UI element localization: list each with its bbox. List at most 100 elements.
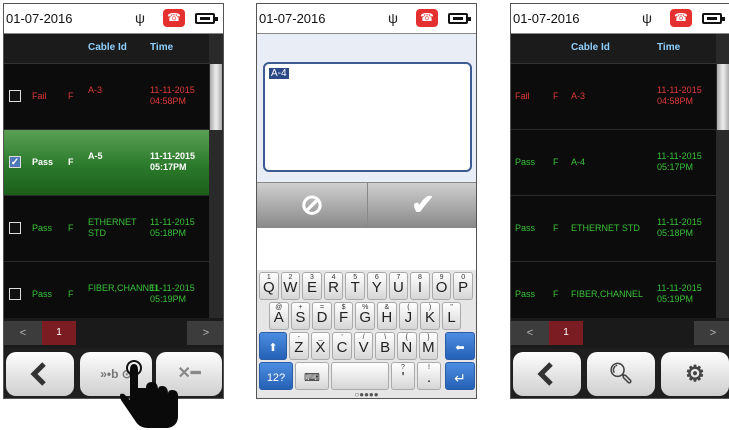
key-d[interactable]: = D	[312, 302, 332, 330]
key-p[interactable]: 0P	[453, 272, 473, 300]
key-alt: )	[428, 304, 432, 311]
row-time: 05:18PM	[150, 228, 187, 238]
col-cable-id: Cable Id	[88, 42, 127, 53]
enter-key[interactable]: ↵	[445, 362, 475, 390]
row-result: Pass	[32, 289, 53, 299]
key-t[interactable]: 5T	[345, 272, 365, 300]
row-time: 05:17PM	[657, 162, 694, 172]
next-page-button[interactable]: >	[187, 321, 223, 345]
cancel-button[interactable]: ⊘	[257, 183, 367, 227]
key-w[interactable]: 2W	[280, 272, 301, 300]
key-h[interactable]: & H	[377, 302, 397, 330]
row-flag: F	[553, 91, 559, 101]
row-date: 11-11-2015	[150, 217, 195, 227]
hangup-icon: ☎	[163, 9, 185, 27]
key-k[interactable]: ) K	[420, 302, 440, 330]
key-q[interactable]: 1Q	[259, 272, 279, 300]
table-row[interactable]: ✓ Pass F A-5 11-11-2015 05:17PM	[4, 130, 209, 196]
scrollbar[interactable]	[209, 34, 223, 318]
key-i[interactable]: 8I	[410, 272, 430, 300]
results-list-updated-screen: 01-07-2016 ψ ☎ Cable Id Time Fail F A-3 11-…	[510, 3, 729, 399]
key-alt: $	[341, 304, 346, 311]
table-row[interactable]: Pass F A-4 11-11-2015 05:17PM	[511, 130, 716, 196]
backspace-key[interactable]: ⬅	[445, 332, 475, 360]
key-alt: 7	[396, 274, 401, 281]
ok-button[interactable]: ✔	[368, 183, 476, 227]
key-o[interactable]: 9O	[431, 272, 452, 300]
row-checkbox[interactable]: ✓	[9, 156, 21, 168]
key-question[interactable]: ? '	[391, 362, 415, 390]
status-date: 01-07-2016	[513, 11, 580, 26]
key-s[interactable]: + S	[290, 302, 311, 330]
usb-icon: ψ	[388, 10, 398, 26]
key-alt: 0	[461, 274, 466, 281]
key-alt: _	[318, 334, 323, 341]
page-number[interactable]: 1	[42, 321, 76, 345]
toolbar: 🔍︎ ⚙	[511, 348, 729, 398]
row-cable-id: ETHERNET STD	[571, 223, 640, 233]
key-u[interactable]: 7U	[388, 272, 409, 300]
results-list-screen: 01-07-2016 ψ ☎ Cable Id Time Fail F A-3 11-…	[3, 3, 224, 399]
key-r[interactable]: 4R	[323, 272, 344, 300]
row-date: 11-11-2015	[657, 217, 702, 227]
key-e[interactable]: 3E	[302, 272, 322, 300]
key-exclaim[interactable]: !.	[417, 362, 441, 390]
next-page-button[interactable]: >	[694, 321, 729, 345]
hangup-icon: ☎	[670, 9, 692, 27]
back-button[interactable]	[6, 352, 74, 396]
key-alt: {	[405, 334, 408, 341]
table-row[interactable]: Pass F ETHERNET STD 11-11-2015 05:18PM	[511, 196, 716, 262]
row-date: 11-11-2015	[150, 283, 195, 293]
key-j[interactable]: (J	[398, 302, 419, 330]
row-checkbox[interactable]	[9, 288, 21, 300]
prev-page-button[interactable]: <	[4, 321, 42, 345]
search-button[interactable]: 🔍︎	[587, 352, 655, 396]
row-checkbox[interactable]	[9, 222, 21, 234]
scrollbar[interactable]	[716, 34, 729, 318]
key-n[interactable]: {N	[397, 332, 417, 360]
table-row[interactable]: Fail F A-3 11-11-2015 04:58PM	[4, 64, 209, 130]
shift-key[interactable]: ⬆	[259, 332, 287, 360]
checkmark-icon: ✔	[411, 189, 435, 220]
key-z[interactable]: -Z	[289, 332, 309, 360]
key-c[interactable]: ' C	[332, 332, 352, 360]
prev-page-button[interactable]: <	[511, 321, 549, 345]
row-cable-id: A-3	[571, 91, 586, 101]
key-v[interactable]: / V	[353, 332, 374, 360]
key-a[interactable]: @ A	[269, 302, 289, 330]
keyboard-switch-key[interactable]: ⌨	[295, 362, 329, 390]
back-button[interactable]	[513, 352, 581, 396]
row-date: 11-11-2015	[150, 85, 195, 95]
row-cable-id: A-4	[571, 157, 586, 167]
settings-button[interactable]: ⚙	[661, 352, 729, 396]
key-l[interactable]: " L	[441, 302, 462, 330]
key-y[interactable]: 6Y	[367, 272, 387, 300]
key-f[interactable]: $ F	[333, 302, 354, 330]
key-alt: %	[362, 304, 369, 311]
row-time: 05:18PM	[657, 228, 694, 238]
space-key[interactable]	[331, 362, 389, 390]
key-x[interactable]: _ X	[310, 332, 331, 360]
status-date: 01-07-2016	[259, 11, 326, 26]
key-alt: '	[341, 334, 343, 341]
table-header: Cable Id Time	[4, 34, 223, 64]
cable-id-input[interactable]: A-4	[263, 62, 472, 172]
action-bar: ⊘ ✔	[257, 182, 476, 228]
hangup-icon: ☎	[416, 9, 438, 27]
key-alt: \	[384, 334, 387, 341]
key-alt: !	[428, 364, 430, 371]
spacer	[257, 228, 476, 270]
page-number[interactable]: 1	[549, 321, 583, 345]
usb-icon: ψ	[135, 10, 145, 26]
key-alt: =	[319, 304, 325, 311]
key-m[interactable]: } M	[418, 332, 439, 360]
key-g[interactable]: % G	[355, 302, 375, 330]
key-b[interactable]: \ B	[375, 332, 395, 360]
table-row[interactable]: Fail F A-3 11-11-2015 04:58PM	[511, 64, 716, 130]
table-row[interactable]: Pass F ETHERNET STD 11-11-2015 05:18PM	[4, 196, 209, 262]
row-checkbox[interactable]	[9, 90, 21, 102]
symbols-key[interactable]: 12?	[259, 362, 293, 390]
scroll-thumb[interactable]	[210, 64, 222, 130]
key-alt: &	[384, 304, 390, 311]
scroll-thumb[interactable]	[717, 64, 729, 130]
